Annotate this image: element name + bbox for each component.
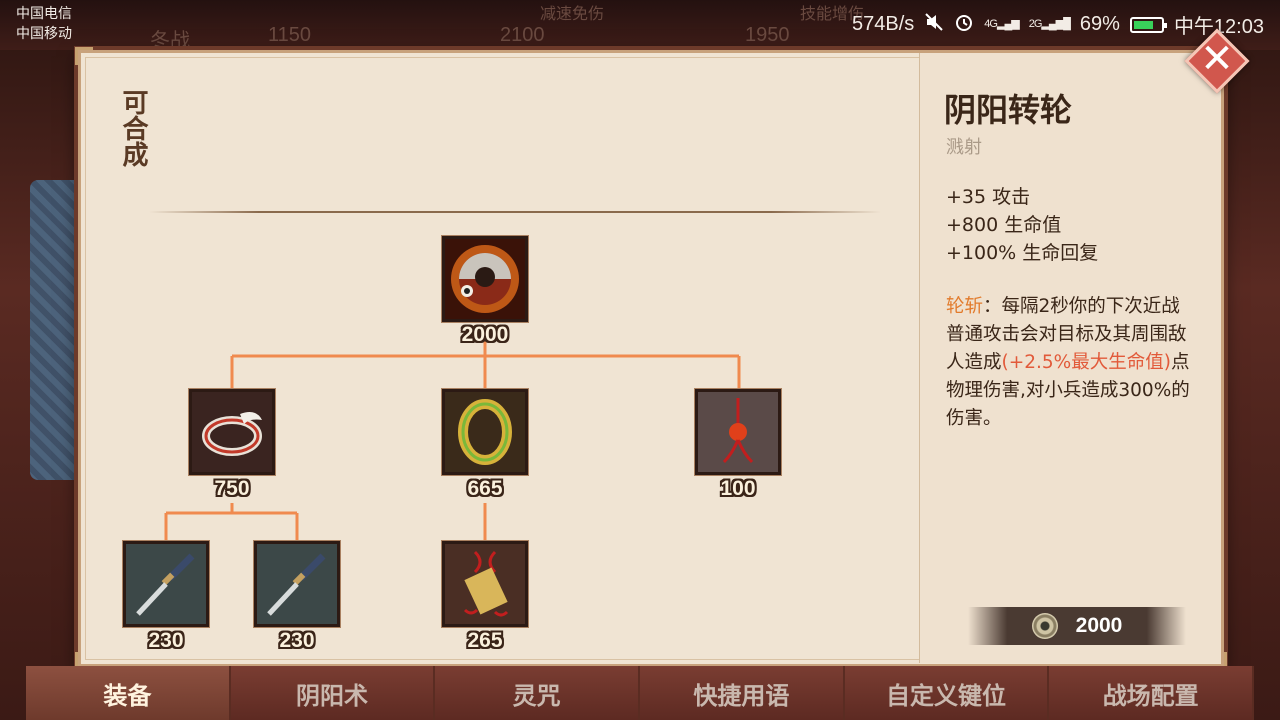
tab-label: 自定义键位 <box>886 680 1007 710</box>
red-charm-icon <box>698 392 778 472</box>
mute-icon <box>924 12 944 38</box>
network-speed: 574B/s <box>852 13 915 35</box>
signal-1-icon: 4G▂▄▆ <box>984 18 1019 30</box>
tab-quick-chat[interactable]: 快捷用语 <box>640 666 845 720</box>
cost-bar[interactable]: 2000 <box>968 607 1186 645</box>
tab-label: 阴阳术 <box>296 680 368 710</box>
carrier-name: 中国电信 <box>16 6 72 22</box>
item-price: 100 <box>720 477 756 500</box>
tab-equipment[interactable]: 装备 <box>26 666 231 720</box>
item-red-charm[interactable] <box>695 389 781 475</box>
item-cost: 2000 <box>1075 614 1123 637</box>
alarm-icon <box>954 12 974 38</box>
close-icon: ✕ <box>1200 36 1234 82</box>
item-feather-ring[interactable] <box>189 389 275 475</box>
signal-1-label: 4G <box>984 18 998 30</box>
item-price: 230 <box>279 629 315 652</box>
tab-label: 装备 <box>103 680 152 710</box>
item-yinyang-wheel[interactable] <box>442 236 528 322</box>
signal-2-label: 2G <box>1028 18 1043 30</box>
skill-highlight: (+2.5%最大生命值) <box>1001 352 1171 373</box>
item-detail-panel: 可合成 2000 750 665 100 230 230 265 阴阳转轮 溅射… <box>75 47 1227 670</box>
carrier-list: 中国电信 中国移动 <box>16 4 72 44</box>
tab-battlefield-config[interactable]: 战场配置 <box>1049 666 1255 720</box>
signal-2-icon: 2G▂▄▆█ <box>1028 18 1071 30</box>
carrier-name: 中国移动 <box>16 26 72 42</box>
stat-line: +800 生命值 <box>946 214 1062 236</box>
item-price: 230 <box>148 629 184 652</box>
tab-label: 战场配置 <box>1102 680 1199 710</box>
gold-ring-icon <box>445 392 525 472</box>
bottom-tab-bar: 装备 阴阳术 灵咒 快捷用语 自定义键位 战场配置 <box>26 666 1255 720</box>
talisman-icon <box>445 544 525 624</box>
battery-percent: 69% <box>1079 13 1120 35</box>
yinyang-wheel-icon <box>445 239 525 319</box>
item-katana[interactable] <box>123 541 209 627</box>
tab-label: 快捷用语 <box>693 680 790 710</box>
item-gold-ring[interactable] <box>442 389 528 475</box>
item-katana[interactable] <box>254 541 340 627</box>
coin-icon <box>1031 613 1058 639</box>
skill-name: 轮斩 <box>946 296 984 317</box>
item-description-panel: 阴阳转轮 溅射 +35 攻击 +800 生命值 +100% 生命回复 轮斩：每隔… <box>919 53 1221 663</box>
item-price: 2000 <box>461 323 509 346</box>
status-bar: 中国电信 中国移动 574B/s 4G▂▄▆ 2G▂▄▆█ 69% 中午12:0… <box>0 0 1280 48</box>
katana-icon <box>126 544 206 624</box>
skill-description: 轮斩：每隔2秒你的下次近战普通攻击会对目标及其周围敌人造成(+2.5%最大生命值… <box>946 293 1194 433</box>
item-subtitle: 溅射 <box>946 137 982 158</box>
close-button[interactable]: ✕ <box>1184 28 1250 94</box>
tab-label: 灵咒 <box>512 680 561 710</box>
katana-icon <box>257 544 337 624</box>
battery-icon <box>1129 16 1167 33</box>
item-price: 750 <box>214 477 250 500</box>
item-title: 阴阳转轮 <box>944 91 1073 129</box>
item-stats: +35 攻击 +800 生命值 +100% 生命回复 <box>946 183 1098 267</box>
feather-ring-icon <box>192 392 272 472</box>
stat-line: +35 攻击 <box>946 186 1031 208</box>
tab-yinyang-spells[interactable]: 阴阳术 <box>230 666 436 720</box>
item-price: 665 <box>467 477 503 500</box>
stat-line: +100% 生命回复 <box>946 242 1099 264</box>
item-price: 265 <box>467 629 503 652</box>
tab-spirit-curse[interactable]: 灵咒 <box>435 666 641 720</box>
tab-custom-keys[interactable]: 自定义键位 <box>844 666 1050 720</box>
item-talisman[interactable] <box>442 541 528 627</box>
